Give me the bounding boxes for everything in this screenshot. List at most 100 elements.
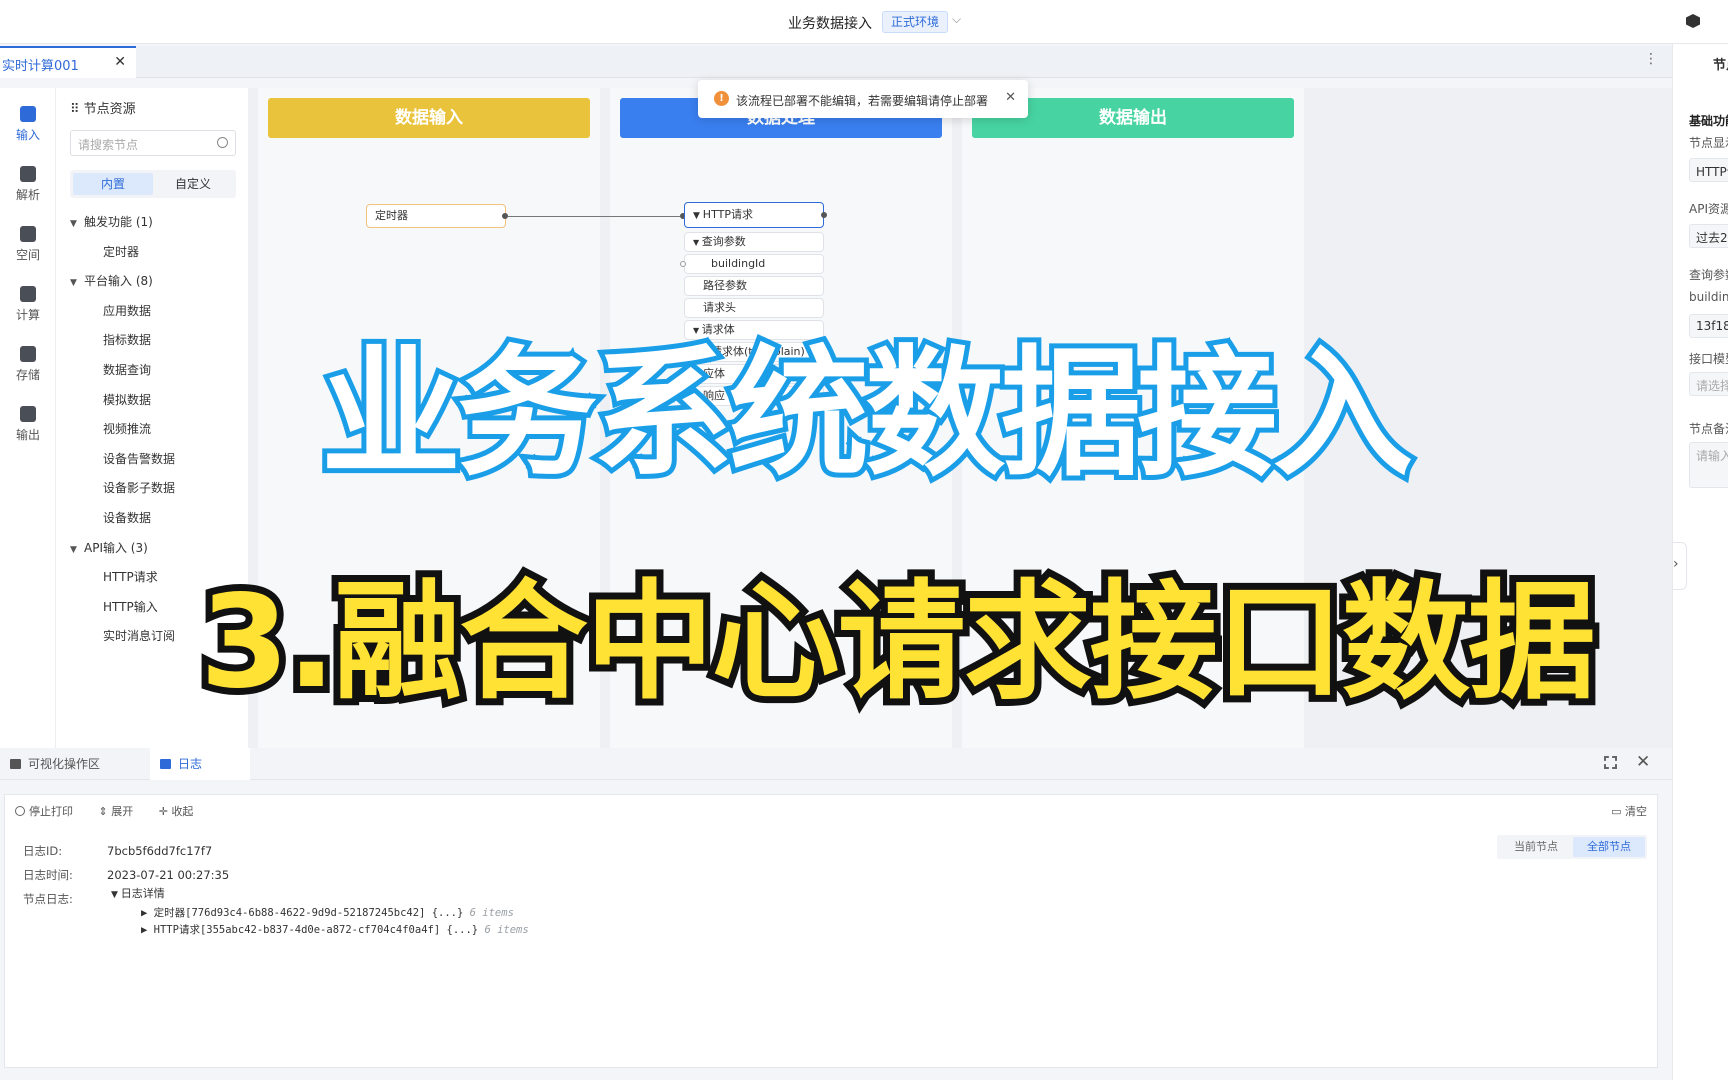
query-params-row[interactable]: ▼ 查询参数 — [684, 232, 824, 252]
stop-print-button[interactable]: 停止打印 — [15, 805, 73, 818]
rail-label: 输入 — [15, 128, 40, 142]
tree-group[interactable]: ▼ 触发功能 (1) — [70, 208, 240, 238]
tree-item[interactable]: 设备数据 — [70, 504, 240, 534]
tree-item[interactable]: 设备影子数据 — [70, 474, 240, 504]
expand-button[interactable]: ⇕ 展开 — [99, 805, 134, 818]
output-icon — [20, 406, 36, 422]
api-resource-select[interactable]: 过去24 — [1689, 224, 1728, 248]
path-params-row[interactable]: 路径参数 — [684, 276, 824, 296]
log-time-row: 日志时间: 2023-07-21 00:27:35 — [23, 867, 229, 883]
more-icon[interactable]: ⋮ — [1644, 51, 1658, 67]
timer-node[interactable]: 定时器 — [366, 204, 506, 228]
rail-item-parse[interactable]: 解析 — [0, 158, 56, 214]
group-label: 平台输入 (8) — [84, 274, 153, 289]
collapse-icon: ✛ — [158, 805, 172, 818]
connection-line — [508, 216, 680, 217]
interface-model-select[interactable]: 请选择 — [1689, 372, 1728, 396]
tree-item[interactable]: 指标数据 — [70, 326, 240, 356]
input-icon — [20, 106, 36, 122]
tab-label: 可视化操作区 — [28, 757, 101, 771]
rail-label: 计算 — [15, 308, 40, 322]
field-label: 查询参数 — [1689, 268, 1728, 282]
node-filter-toggle: 当前节点 全部节点 — [1497, 835, 1647, 859]
tree-item[interactable]: 设备告警数据 — [70, 445, 240, 475]
caret-down-icon: ▼ — [693, 211, 703, 221]
log-entry-key: HTTP请求[355abc42-b837-4d0e-a872-cf704c4f0… — [153, 924, 441, 936]
chevron-right-icon[interactable]: › — [1673, 542, 1687, 590]
clear-button[interactable]: ▭ 清空 — [1611, 803, 1647, 819]
tree-group[interactable]: ▼ 平台输入 (8) — [70, 267, 240, 297]
row-label: 路径参数 — [703, 279, 747, 292]
log-entry-key: 定时器[776d93c4-6b88-4622-9d9d-52187245bc42… — [153, 907, 426, 919]
headers-row[interactable]: 请求头 — [684, 298, 824, 318]
tab-label: 日志 — [178, 757, 203, 771]
rail-item-space[interactable]: 空间 — [0, 218, 56, 274]
tree-item[interactable]: 数据查询 — [70, 356, 240, 386]
stop-icon — [15, 806, 25, 816]
tab-visual-area[interactable]: 可视化操作区 — [0, 748, 118, 780]
node-label: 定时器 — [375, 209, 408, 222]
parse-icon — [20, 166, 36, 182]
search-icon[interactable] — [217, 137, 228, 148]
log-toolbar: 停止打印 ⇕ 展开 ✛ 收起 — [15, 803, 215, 819]
rail-label: 输出 — [15, 428, 40, 442]
tree-item[interactable]: 应用数据 — [70, 297, 240, 327]
tree-label: 日志详情 — [120, 887, 165, 900]
rail-item-input[interactable]: 输入 — [0, 98, 56, 154]
current-node-option[interactable]: 当前节点 — [1501, 838, 1571, 856]
overlay-title: 业务系统数据接入 — [316, 330, 1418, 500]
collapse-button[interactable]: ✛ 收起 — [159, 805, 194, 818]
note-textarea[interactable]: 请输入 — [1689, 442, 1728, 488]
rail-label: 解析 — [15, 188, 40, 202]
close-icon[interactable]: ✕ — [1636, 752, 1650, 772]
http-request-node[interactable]: ▼ HTTP请求 — [684, 202, 824, 228]
fullscreen-icon[interactable] — [1604, 756, 1617, 769]
log-entry-http[interactable]: ▶ HTTP请求[355abc42-b837-4d0e-a872-cf704c4… — [141, 922, 529, 937]
panel-title-text: 节点资源 — [83, 102, 136, 117]
tab-label: 实时计算001 — [2, 59, 79, 74]
button-label: 停止打印 — [29, 805, 73, 818]
caret-right-icon: ▶ — [141, 907, 154, 919]
search-input[interactable]: 请搜索节点 — [70, 130, 236, 156]
row-label: buildingId — [711, 257, 766, 270]
tree-item[interactable]: 模拟数据 — [70, 386, 240, 416]
rail-label: 空间 — [15, 248, 40, 262]
rail-item-output[interactable]: 输出 — [0, 398, 56, 454]
close-icon[interactable]: ✕ — [114, 54, 126, 70]
tree-group[interactable]: ▼ API输入 (3) — [70, 534, 240, 564]
param-label: buildin — [1689, 290, 1728, 304]
output-port[interactable] — [821, 212, 827, 218]
chevron-down-icon[interactable]: ⌵ — [952, 12, 961, 27]
log-entry-count: 6 items — [469, 907, 514, 919]
tree-item[interactable]: 视频推流 — [70, 415, 240, 445]
overlay-subtitle: 3.融合中心请求接口数据 — [193, 561, 1603, 724]
settings-icon[interactable] — [1686, 14, 1700, 28]
tab-builtin[interactable]: 内置 — [73, 173, 153, 195]
display-name-input[interactable]: HTTP请 — [1689, 158, 1728, 182]
drag-icon: ⠿ — [70, 102, 84, 117]
tab-custom[interactable]: 自定义 — [153, 173, 233, 195]
close-icon[interactable]: ✕ — [1005, 90, 1016, 105]
expand-icon: ⇕ — [98, 805, 112, 818]
input-port[interactable] — [680, 261, 686, 267]
tab-realtime-compute[interactable]: 实时计算001 ✕ — [0, 46, 136, 78]
environment-badge[interactable]: 正式环境 — [882, 11, 949, 33]
caret-down-icon: ▼ — [70, 544, 77, 555]
rail-item-compute[interactable]: 计算 — [0, 278, 56, 334]
param-value-input[interactable]: 13f18 — [1689, 314, 1728, 338]
all-nodes-option[interactable]: 全部节点 — [1573, 837, 1645, 857]
caret-down-icon: ▼ — [693, 238, 702, 247]
building-id-row[interactable]: buildingId — [684, 254, 824, 274]
source-toggle: 内置 自定义 — [70, 170, 236, 198]
log-detail-node[interactable]: ▼ 日志详情 — [111, 885, 165, 901]
monitor-icon — [10, 759, 21, 769]
log-id-row: 日志ID: 7bcb5f6dd7fc17f7 — [23, 843, 212, 859]
tree-item[interactable]: 定时器 — [70, 238, 240, 268]
rail-item-storage[interactable]: 存储 — [0, 338, 56, 394]
log-entry-timer[interactable]: ▶ 定时器[776d93c4-6b88-4622-9d9d-52187245bc… — [141, 905, 514, 920]
group-label: API输入 (3) — [84, 540, 148, 555]
search-placeholder: 请搜索节点 — [78, 138, 139, 152]
node-properties-panel: 节点 基础功能 节点显示 HTTP请 API资源 过去24 查询参数 build… — [1672, 44, 1728, 1080]
button-label: 展开 — [111, 805, 134, 818]
tab-log[interactable]: 日志 — [150, 748, 250, 780]
